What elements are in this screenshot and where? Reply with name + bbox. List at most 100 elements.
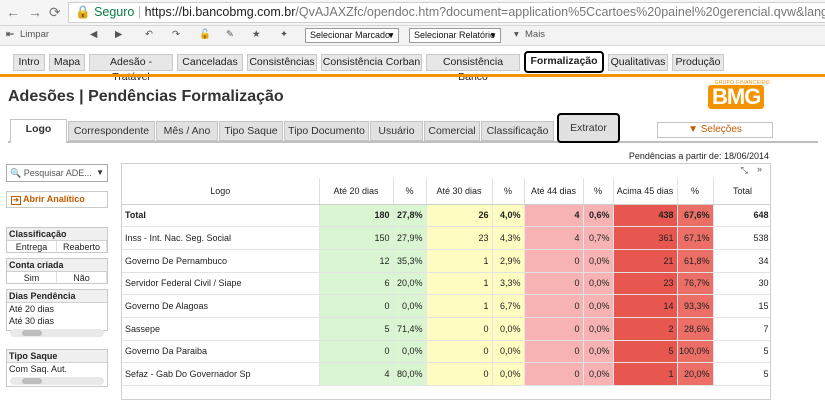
- tab-intro[interactable]: Intro: [13, 54, 45, 71]
- table-cell: 4: [524, 204, 584, 228]
- browser-address-bar: ← → ⟳ 🔒 Seguro | https://bi.bancobmg.com…: [0, 0, 825, 26]
- tab-formalizacao[interactable]: Formalização: [524, 51, 604, 73]
- table-row[interactable]: Governo De Pernambuco 12 35,3% 1 2,9% 0 0,0% 21…: [122, 249, 770, 273]
- lock-selections-icon[interactable]: 🔓: [199, 29, 211, 40]
- subtab-extrator[interactable]: Extrator: [557, 113, 620, 143]
- table-cell: 27,9%: [393, 226, 427, 250]
- table-cell: 0: [524, 294, 584, 318]
- pending-since-label: Pendências a partir de: 18/06/2014: [628, 151, 769, 161]
- url-path: /QvAJAXZfc/opendoc.htm?document=applicat…: [295, 5, 825, 19]
- tab-consistencia-banco[interactable]: Consistência Banco: [426, 54, 520, 83]
- filter-opt-reabreto[interactable]: Reaberto: [57, 241, 107, 253]
- column-header[interactable]: Logo: [122, 178, 320, 205]
- subtab-comercial[interactable]: Comercial: [424, 121, 480, 141]
- edit-icon[interactable]: ✎: [226, 29, 234, 40]
- subtab-logo[interactable]: Logo: [10, 119, 67, 143]
- column-header[interactable]: Total: [713, 178, 770, 205]
- tab-canceladas[interactable]: Canceladas: [177, 54, 243, 71]
- filter-opt-nao[interactable]: Não: [57, 272, 107, 284]
- clear-button[interactable]: Limpar: [20, 29, 49, 40]
- filter-opt-ate20[interactable]: Até 20 dias: [7, 303, 107, 315]
- subtab-tipo-documento[interactable]: Tipo Documento: [284, 121, 369, 141]
- table-cell: 1: [426, 272, 493, 296]
- table-cell: 0,0%: [583, 249, 614, 273]
- table-cell: 2,9%: [492, 249, 525, 273]
- filter-opt-ate30[interactable]: Até 30 dias: [7, 315, 107, 327]
- column-header[interactable]: Acima 45 dias: [613, 178, 678, 205]
- table-row[interactable]: Servidor Federal Civil / Siape 6 20,0% 1 3,3…: [122, 272, 770, 296]
- table-row[interactable]: Governo De Alagoas 0 0,0% 1 6,7% 0 0,0% 14 93,3%…: [122, 294, 770, 318]
- subtab-tipo-saque[interactable]: Tipo Saque: [219, 121, 283, 141]
- column-header[interactable]: %: [492, 178, 525, 205]
- tab-producao[interactable]: Produção: [672, 54, 724, 71]
- bookmark-add-icon[interactable]: ✦: [280, 29, 288, 40]
- table-cell: 0,7%: [583, 226, 614, 250]
- redo-icon[interactable]: ↷: [172, 29, 180, 40]
- forward-icon[interactable]: ▶: [115, 29, 122, 40]
- report-select[interactable]: Selecionar Relatório ▼: [409, 28, 501, 43]
- table-cell: 4,0%: [492, 204, 525, 228]
- table-cell: 361: [613, 226, 678, 250]
- table-cell: 23: [613, 272, 678, 296]
- table-row[interactable]: Governo Da Paraiba 0 0,0% 0 0,0% 0 0,0% 5 100,0%…: [122, 340, 770, 364]
- table-cell: 4: [319, 362, 394, 386]
- column-header[interactable]: Até 44 dias: [524, 178, 584, 205]
- filter-opt-com-saq[interactable]: Com Saq. Aut.: [7, 363, 107, 375]
- table-row[interactable]: Sassepe 5 71,4% 0 0,0% 0 0,0% 2 28,6% 7: [122, 317, 770, 341]
- table-cell: 0: [524, 272, 584, 296]
- search-ade-input[interactable]: 🔍 Pesquisar ADE... ▼: [6, 164, 108, 182]
- table-row[interactable]: Sefaz - Gab Do Governador Sp 4 80,0% 0 0,0% 0…: [122, 362, 770, 386]
- column-header[interactable]: Até 20 dias: [319, 178, 394, 205]
- table-cell: 67,6%: [677, 204, 714, 228]
- subtab-classificacao[interactable]: Classificação: [481, 121, 554, 141]
- more-button[interactable]: Mais: [525, 29, 545, 40]
- selections-button[interactable]: ▼ Seleções: [657, 122, 773, 138]
- table-cell: 1: [426, 294, 493, 318]
- table-cell: 5: [319, 317, 394, 341]
- more-icon[interactable]: ▾: [514, 29, 519, 40]
- table-cell: 23: [426, 226, 493, 250]
- table-cell: 5: [613, 340, 678, 364]
- export-icon[interactable]: ⤡: [741, 165, 748, 176]
- table-cell: 12: [319, 249, 394, 273]
- arrow-right-icon[interactable]: →: [28, 4, 42, 20]
- column-header[interactable]: %: [583, 178, 614, 205]
- row-label: Sefaz - Gab Do Governador Sp: [122, 362, 320, 386]
- subtab-correspondente[interactable]: Correspondente: [68, 121, 155, 141]
- table-cell: 0,0%: [583, 294, 614, 318]
- table-cell: 20,0%: [393, 272, 427, 296]
- table-row[interactable]: Total 180 27,8% 26 4,0% 4 0,6% 438 67,6% 648: [122, 204, 770, 228]
- tab-mapa[interactable]: Mapa: [49, 54, 85, 71]
- marker-select[interactable]: Selecionar Marcador ▼: [305, 28, 399, 43]
- tab-adesao-tratavel[interactable]: Adesão - Tratável: [89, 54, 173, 83]
- table-cell: 67,1%: [677, 226, 714, 250]
- column-header[interactable]: Até 30 dias: [426, 178, 493, 205]
- table-row[interactable]: Inss - Int. Nac. Seg. Social 150 27,9% 23 4,…: [122, 226, 770, 250]
- table-cell: 80,0%: [393, 362, 427, 386]
- table-cell: 538: [713, 226, 770, 250]
- table-cell: 6: [319, 272, 394, 296]
- scrollbar[interactable]: [10, 329, 104, 337]
- subtab-usuario[interactable]: Usuário: [370, 121, 423, 141]
- tab-consistencia-corban[interactable]: Consistência Corban: [321, 54, 422, 71]
- column-header[interactable]: %: [393, 178, 427, 205]
- reload-icon[interactable]: ⟳: [49, 4, 61, 21]
- filter-opt-sim[interactable]: Sim: [7, 272, 57, 284]
- undo-icon[interactable]: ↶: [145, 29, 153, 40]
- expand-icon[interactable]: »: [757, 164, 762, 174]
- column-header[interactable]: %: [677, 178, 714, 205]
- tab-consistencias[interactable]: Consistências: [247, 54, 317, 71]
- subtab-mes-ano[interactable]: Mês / Ano: [156, 121, 218, 141]
- back-icon[interactable]: ◀: [90, 29, 97, 40]
- filter-classificacao: Classificação Entrega Reaberto: [6, 227, 108, 253]
- bookmark-star-icon[interactable]: ★: [252, 29, 261, 40]
- tab-qualitativas[interactable]: Qualitativas: [608, 54, 668, 71]
- filter-opt-entrega[interactable]: Entrega: [7, 241, 57, 253]
- open-analytic-button[interactable]: ➔ Abrir Analítico: [6, 191, 108, 208]
- clear-icon[interactable]: ⇤: [6, 29, 14, 40]
- url-field[interactable]: 🔒 Seguro | https://bi.bancobmg.com.br/Qv…: [68, 2, 825, 23]
- arrow-left-icon[interactable]: ←: [6, 4, 20, 20]
- filter-tipo-saque-label: Tipo Saque: [7, 350, 107, 363]
- table-cell: 3,3%: [492, 272, 525, 296]
- scrollbar[interactable]: [10, 377, 104, 385]
